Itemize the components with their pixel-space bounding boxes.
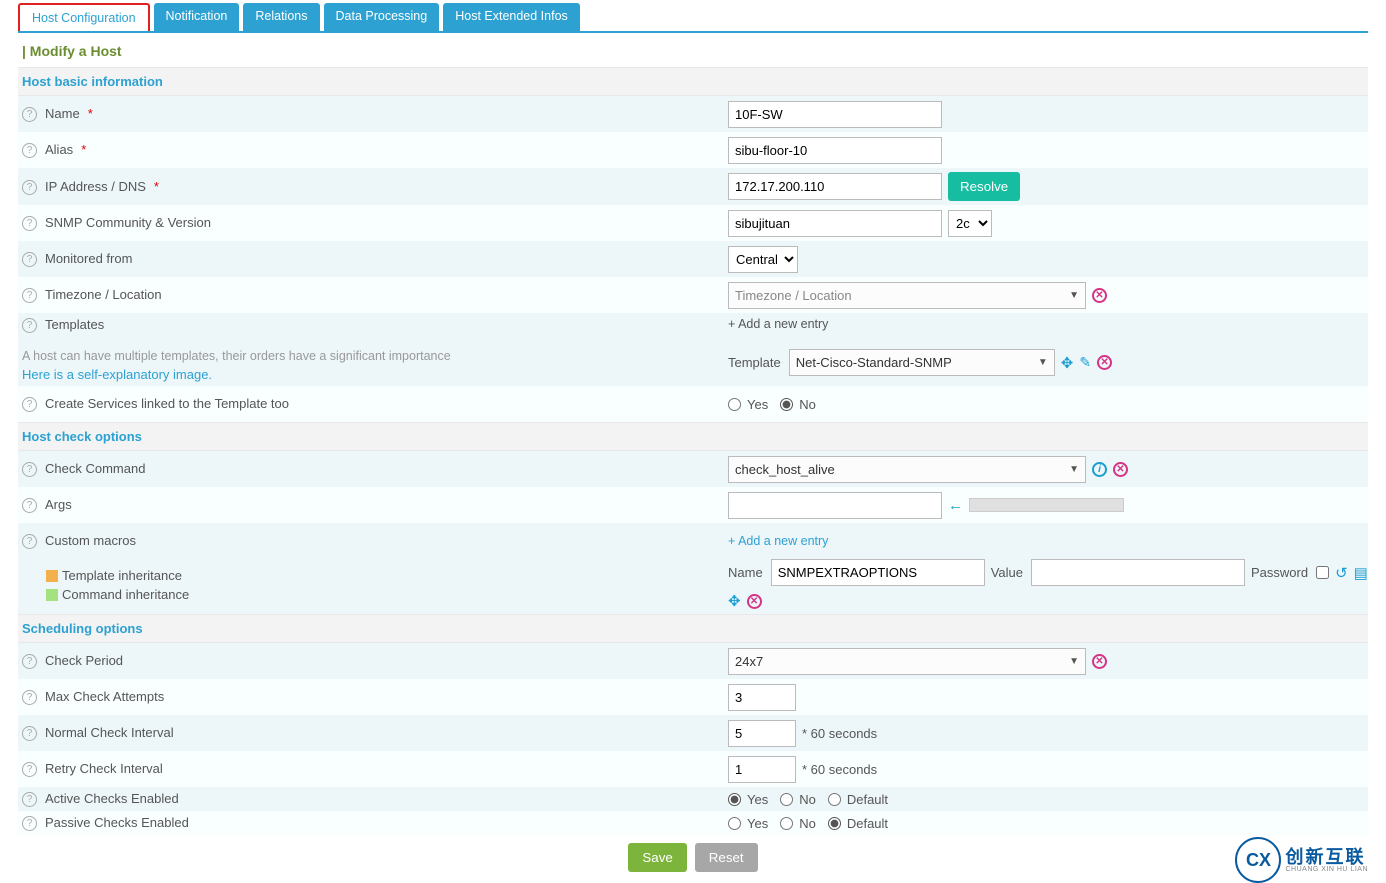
- chevron-down-icon: ▼: [1069, 290, 1079, 301]
- template-label: Template: [728, 355, 781, 370]
- remove-icon[interactable]: ✕: [747, 594, 762, 609]
- label-check-cmd: Check Command: [45, 461, 145, 476]
- chevron-down-icon: ▼: [1069, 656, 1079, 667]
- help-icon[interactable]: ?: [22, 180, 37, 195]
- templates-help-link[interactable]: Here is a self-explanatory image.: [22, 367, 728, 382]
- timezone-combobox[interactable]: Timezone / Location▼: [728, 282, 1086, 309]
- help-icon[interactable]: ?: [22, 462, 37, 477]
- args-input[interactable]: [728, 492, 942, 519]
- resolve-button[interactable]: Resolve: [948, 172, 1020, 201]
- passive-checks-radio[interactable]: Yes No Default: [728, 816, 1368, 831]
- tab-host-extended[interactable]: Host Extended Infos: [443, 3, 580, 31]
- add-entry-templates[interactable]: + Add a new entry: [728, 317, 828, 331]
- label-templates: Templates: [45, 317, 104, 332]
- add-entry-macro[interactable]: + Add a new entry: [728, 534, 828, 548]
- help-icon[interactable]: ?: [22, 762, 37, 777]
- label-timezone: Timezone / Location: [45, 287, 162, 302]
- snmp-community-input[interactable]: [728, 210, 942, 237]
- label-args: Args: [45, 497, 72, 512]
- macro-name-label: Name: [728, 565, 763, 580]
- label-normal-int: Normal Check Interval: [45, 725, 174, 740]
- retry-int-input[interactable]: [728, 756, 796, 783]
- label-active: Active Checks Enabled: [45, 791, 179, 806]
- brand-logo: CX 创新互联 CHUANG XIN HU LIAN: [1235, 837, 1368, 883]
- help-icon[interactable]: ?: [22, 252, 37, 267]
- name-input[interactable]: [728, 101, 942, 128]
- label-retry-int: Retry Check Interval: [45, 761, 163, 776]
- templates-subtext: A host can have multiple templates, thei…: [22, 349, 728, 363]
- remove-icon[interactable]: ✕: [1092, 288, 1107, 303]
- help-icon[interactable]: ?: [22, 792, 37, 807]
- tab-data-processing[interactable]: Data Processing: [324, 3, 440, 31]
- help-icon[interactable]: ?: [22, 498, 37, 513]
- sec60: * 60 seconds: [802, 726, 877, 741]
- monitored-select[interactable]: Central: [728, 246, 798, 273]
- macro-value-input[interactable]: [1031, 559, 1245, 586]
- undo-icon[interactable]: ↺: [1335, 564, 1348, 582]
- help-icon[interactable]: ?: [22, 397, 37, 412]
- template-select[interactable]: Net-Cisco-Standard-SNMP▼: [789, 349, 1055, 376]
- section-sched: Scheduling options: [18, 614, 1368, 643]
- help-icon[interactable]: ?: [22, 816, 37, 831]
- check-cmd-combobox[interactable]: check_host_alive▼: [728, 456, 1086, 483]
- label-create-svc: Create Services linked to the Template t…: [45, 396, 289, 411]
- chevron-down-icon: ▼: [1069, 464, 1079, 475]
- ip-input[interactable]: [728, 173, 942, 200]
- macro-name-input[interactable]: [771, 559, 985, 586]
- tabs-bar: Host Configuration Notification Relation…: [18, 3, 1368, 33]
- help-icon[interactable]: ?: [22, 654, 37, 669]
- label-name: Name: [45, 106, 80, 121]
- label-check-period: Check Period: [45, 653, 123, 668]
- edit-icon[interactable]: ✎: [1079, 354, 1091, 371]
- tab-notification[interactable]: Notification: [154, 3, 240, 31]
- create-svc-radio[interactable]: Yes No: [728, 397, 1368, 412]
- sec60: * 60 seconds: [802, 762, 877, 777]
- page-title: | Modify a Host: [18, 33, 1368, 67]
- move-icon[interactable]: ✥: [1061, 354, 1074, 372]
- label-snmp: SNMP Community & Version: [45, 215, 211, 230]
- tab-relations[interactable]: Relations: [243, 3, 319, 31]
- help-icon[interactable]: ?: [22, 690, 37, 705]
- args-disabled: [969, 498, 1124, 512]
- arrow-left-icon[interactable]: ←: [948, 497, 963, 514]
- label-ip: IP Address / DNS: [45, 179, 146, 194]
- help-icon[interactable]: ?: [22, 143, 37, 158]
- alias-input[interactable]: [728, 137, 942, 164]
- tab-host-configuration[interactable]: Host Configuration: [18, 3, 150, 31]
- move-icon[interactable]: ✥: [728, 592, 741, 610]
- label-max-attempts: Max Check Attempts: [45, 689, 164, 704]
- snmp-version-select[interactable]: 2c: [948, 210, 992, 237]
- max-attempts-input[interactable]: [728, 684, 796, 711]
- label-monitored: Monitored from: [45, 251, 132, 266]
- help-icon[interactable]: ?: [22, 216, 37, 231]
- info-icon[interactable]: i: [1092, 462, 1107, 477]
- label-custom-macros: Custom macros: [45, 533, 136, 548]
- macro-pwd-checkbox[interactable]: [1316, 566, 1329, 579]
- section-basic: Host basic information: [18, 67, 1368, 96]
- help-icon[interactable]: ?: [22, 107, 37, 122]
- help-icon[interactable]: ?: [22, 534, 37, 549]
- remove-icon[interactable]: ✕: [1092, 654, 1107, 669]
- check-period-combobox[interactable]: 24x7▼: [728, 648, 1086, 675]
- remove-icon[interactable]: ✕: [1113, 462, 1128, 477]
- section-check: Host check options: [18, 422, 1368, 451]
- help-icon[interactable]: ?: [22, 318, 37, 333]
- legend-command: Command inheritance: [46, 587, 189, 602]
- normal-int-input[interactable]: [728, 720, 796, 747]
- label-alias: Alias: [45, 142, 73, 157]
- help-icon[interactable]: ?: [22, 288, 37, 303]
- list-icon[interactable]: ▤: [1354, 564, 1368, 582]
- label-passive: Passive Checks Enabled: [45, 815, 189, 830]
- macro-pwd-label: Password: [1251, 565, 1308, 580]
- legend-template: Template inheritance: [46, 568, 189, 583]
- macro-value-label: Value: [991, 565, 1023, 580]
- chevron-down-icon: ▼: [1038, 357, 1048, 368]
- remove-icon[interactable]: ✕: [1097, 355, 1112, 370]
- help-icon[interactable]: ?: [22, 726, 37, 741]
- active-checks-radio[interactable]: Yes No Default: [728, 792, 1368, 807]
